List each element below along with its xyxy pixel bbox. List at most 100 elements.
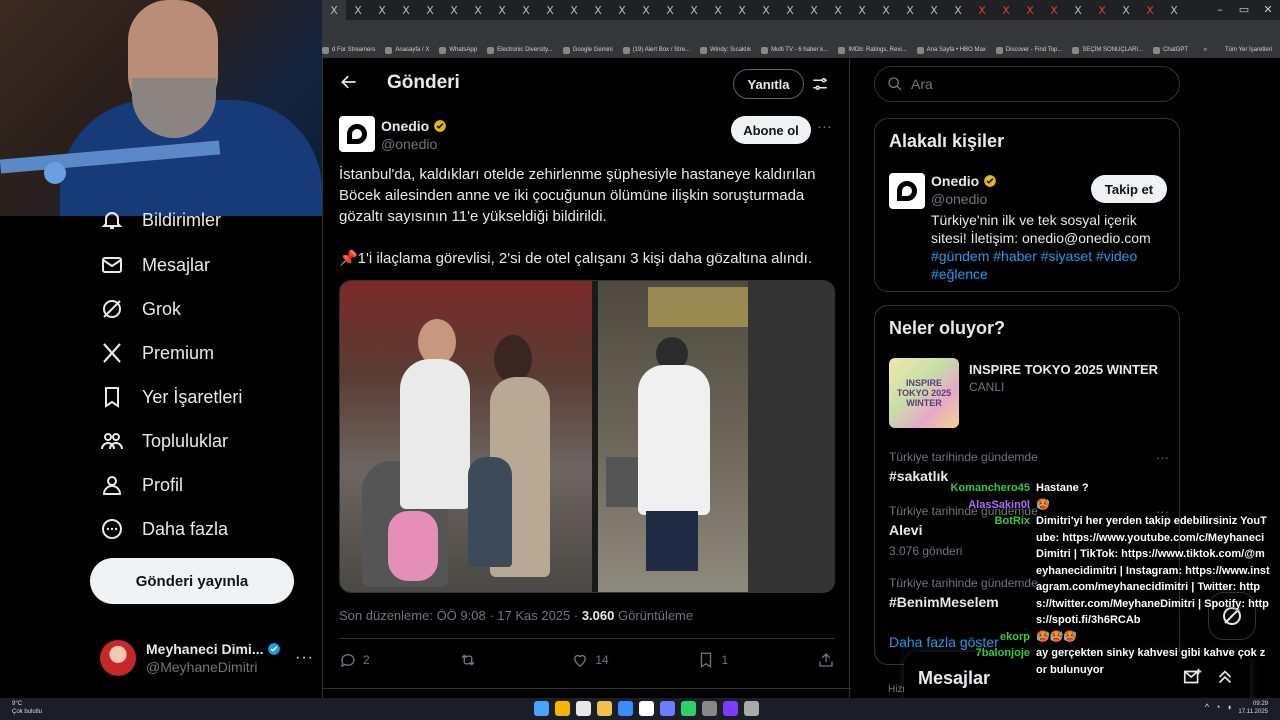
browser-tab[interactable]: X [658,0,682,20]
taskbar-app-icon[interactable] [639,701,654,716]
browser-tab[interactable]: X [418,0,442,20]
bookmark-item[interactable]: d For Streamers [322,46,375,54]
post-button[interactable]: Gönderi yayınla [90,558,294,604]
event-thumbnail[interactable]: INSPIRE TOKYO 2025 WINTER [889,358,959,428]
trend-more-icon[interactable]: ··· [1156,450,1169,465]
browser-tab[interactable]: X [994,0,1018,20]
browser-tab[interactable]: X [514,0,538,20]
bookmark-action[interactable]: 1 [697,651,728,669]
browser-tab[interactable]: X [778,0,802,20]
bookmark-item[interactable]: Ana Sayfa • HBO Max [916,46,986,54]
chevron-up-icon[interactable]: ^ [1205,702,1209,712]
sidebar-item-bildirimler[interactable]: Bildirimler [90,198,221,242]
browser-tab[interactable]: X [1066,0,1090,20]
related-avatar[interactable] [889,173,925,209]
author-avatar[interactable] [339,116,375,152]
browser-tab[interactable]: X [322,0,346,20]
follow-button[interactable]: Takip et [1091,175,1167,203]
sidebar-item-mesajlar[interactable]: Mesajlar [90,243,210,287]
browser-tab[interactable]: X [586,0,610,20]
volume-icon[interactable]: ◖ [1227,702,1232,712]
tweet-more-icon[interactable]: ··· [817,118,832,135]
close-window-button[interactable]: ✕ [1256,0,1280,20]
bookmark-item[interactable]: Windy: Sıcaklık [700,46,751,54]
bookmark-item[interactable]: (19) Alert Box / Stre... [622,46,690,54]
bookmark-item[interactable]: ChatGPT [1153,46,1188,54]
browser-tab[interactable]: X [1090,0,1114,20]
search-box[interactable] [874,66,1180,102]
sidebar-item-grok[interactable]: Grok [90,287,181,331]
sliders-icon[interactable] [811,75,829,93]
bookmarks-overflow-button[interactable]: » [1204,47,1215,53]
browser-tab[interactable]: X [370,0,394,20]
browser-tab[interactable]: X [562,0,586,20]
browser-tab[interactable]: X [682,0,706,20]
browser-tab[interactable]: X [1042,0,1066,20]
taskbar-app-icon[interactable] [660,701,675,716]
browser-tab[interactable]: X [874,0,898,20]
taskbar-app-icon[interactable] [597,701,612,716]
tweet-photo-police[interactable] [598,281,834,592]
reply-button[interactable]: Yanıtla [733,69,804,99]
tweet-media[interactable] [339,280,835,593]
browser-tab[interactable]: X [922,0,946,20]
author-handle[interactable]: @onedio [381,136,437,152]
browser-tab[interactable]: X [1018,0,1042,20]
trend-item[interactable]: Türkiye tarihinde gündemde #sakatlık ··· [889,450,1169,484]
browser-tab[interactable]: X [634,0,658,20]
taskbar-app-icon[interactable] [702,701,717,716]
browser-tab[interactable]: X [1114,0,1138,20]
bookmark-item[interactable]: Google Gemini [562,46,613,54]
taskbar-app-icon[interactable] [576,701,591,716]
bookmark-item[interactable]: SEÇİM SONUÇLARI... [1072,46,1143,54]
taskbar-app-icon[interactable] [723,701,738,716]
author-name[interactable]: Onedio [381,118,447,134]
browser-tab[interactable]: X [826,0,850,20]
account-more-icon[interactable]: ··· [295,649,314,667]
bookmark-item[interactable]: Discover - Find Top... [995,46,1062,54]
taskbar-app-icon[interactable] [618,701,633,716]
taskbar-app-icon[interactable] [744,701,759,716]
sidebar-item-topluluklar[interactable]: Topluluklar [90,419,228,463]
like-action[interactable]: 14 [571,651,609,669]
browser-tab[interactable]: X [898,0,922,20]
browser-tab[interactable]: X [802,0,826,20]
bookmark-item[interactable]: Anasayfa / X [385,46,429,54]
sidebar-item-daha-fazla[interactable]: Daha fazla [90,507,228,551]
browser-tab[interactable]: X [946,0,970,20]
search-input[interactable] [911,76,1161,92]
clock[interactable]: 09:29 17.11.2025 [1238,700,1268,716]
related-hashtags[interactable]: #gündem #haber #siyaset #video #eğlence [931,248,1137,282]
browser-tab[interactable]: X [610,0,634,20]
browser-tab[interactable]: X [706,0,730,20]
retweet-action[interactable] [459,651,483,669]
tweet-photo-family[interactable] [340,281,592,592]
all-bookmarks-button[interactable]: Tüm Yer İşaretleri [1225,47,1280,53]
sidebar-item-profil[interactable]: Profil [90,463,183,507]
weather-widget[interactable]: 9°C Çok bulutlu [12,700,42,716]
account-switcher[interactable]: Meyhaneci Dimi... @MeyhaneDimitri ··· [100,636,314,680]
event-title[interactable]: INSPIRE TOKYO 2025 WINTER [969,362,1158,377]
browser-tab[interactable]: X [466,0,490,20]
browser-tab[interactable]: X [490,0,514,20]
bookmark-item[interactable]: WhatsApp [439,46,477,54]
minimize-button[interactable]: – [1208,0,1232,20]
wifi-icon[interactable]: ◔ [1215,702,1220,712]
bookmark-item[interactable]: Multi TV - 6 haber k... [761,46,828,54]
browser-tab[interactable]: X [538,0,562,20]
reply-action[interactable]: 2 [339,651,370,669]
taskbar-app-icon[interactable] [534,701,549,716]
bookmark-item[interactable]: Electronic Diversity... [487,46,553,54]
share-action[interactable] [817,651,835,669]
taskbar-app-icon[interactable] [681,701,696,716]
browser-tab[interactable]: X [346,0,370,20]
related-name[interactable]: Onedio [931,173,997,189]
address-bar[interactable] [322,20,1280,42]
browser-tab[interactable]: X [442,0,466,20]
subscribe-button[interactable]: Abone ol [731,116,811,144]
browser-tab[interactable]: X [730,0,754,20]
browser-tab[interactable]: X [1162,0,1186,20]
browser-tab[interactable]: X [1138,0,1162,20]
taskbar-app-icon[interactable] [555,701,570,716]
bookmark-item[interactable]: IMDb: Ratings, Revi... [838,46,907,54]
